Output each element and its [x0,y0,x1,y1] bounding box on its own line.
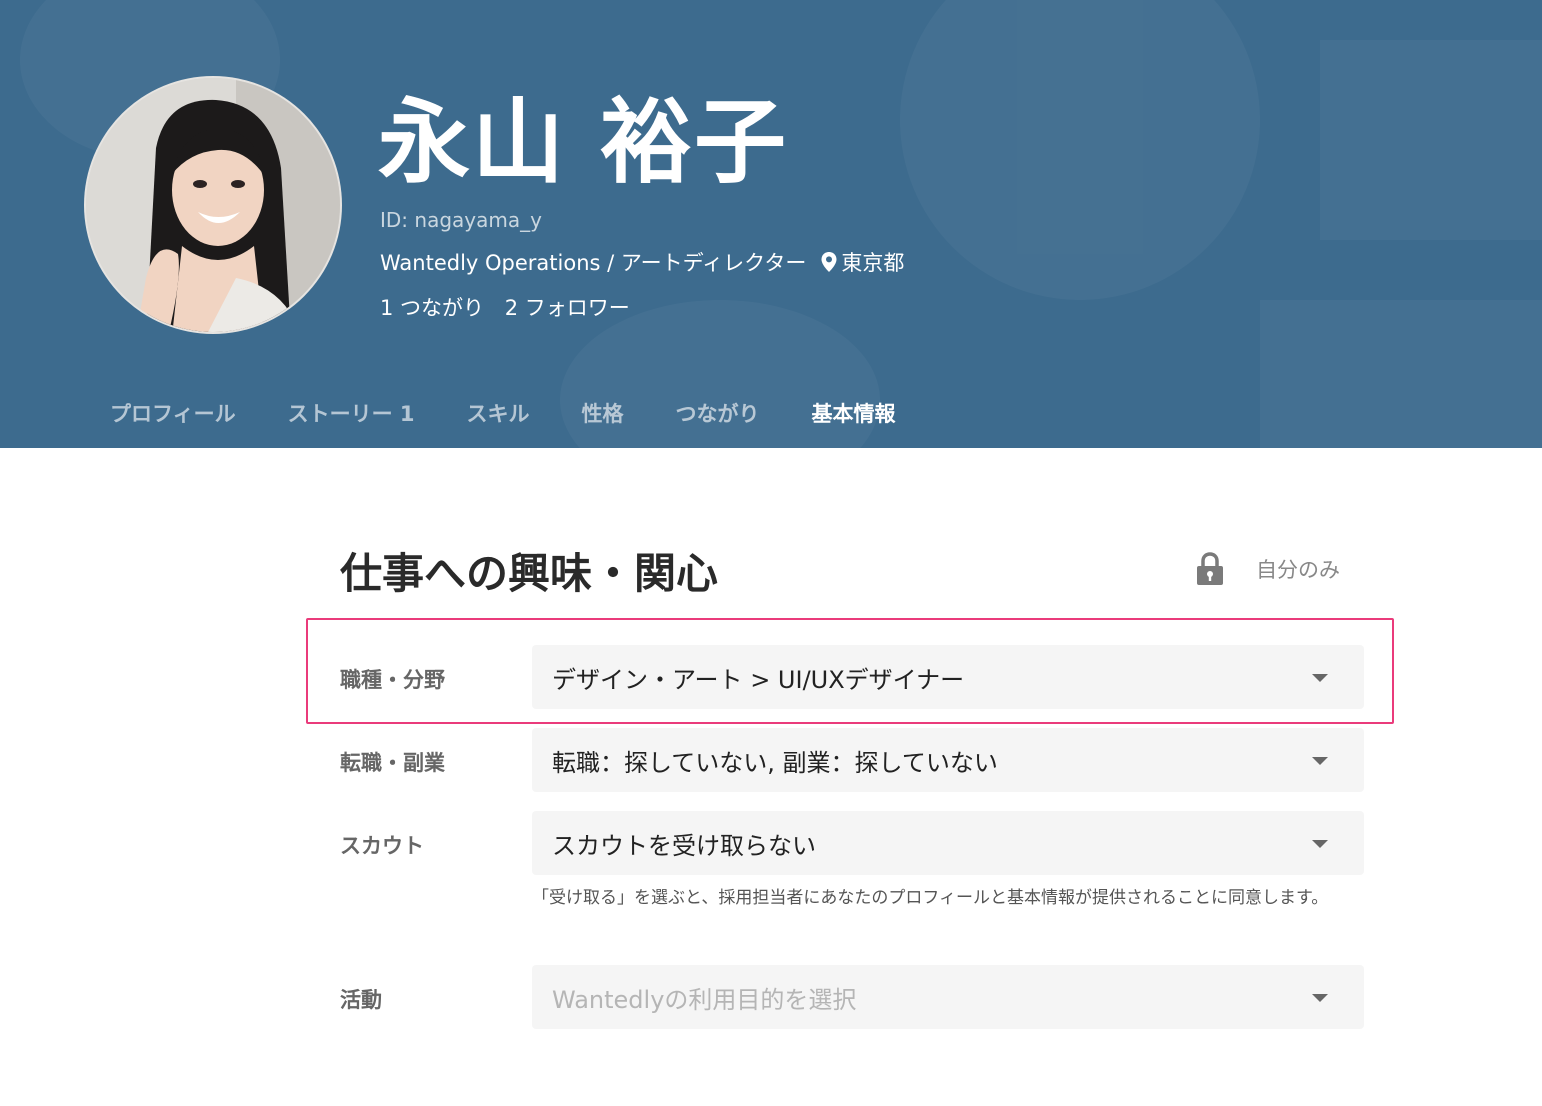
privacy-setting[interactable]: 自分のみ [1196,552,1340,586]
scout-label: スカウト [340,834,424,858]
connections-count[interactable]: 1 つながり [380,296,484,320]
activity-placeholder: Wantedlyの利用目的を選択 [552,985,857,1014]
lock-icon [1197,552,1223,585]
profile-id: ID: nagayama_y [380,208,542,232]
profile-tabs: プロフィール ストーリー 1 スキル 性格 つながり 基本情報 [84,378,922,448]
job-change-value: 転職：探していない, 副業：探していない [552,748,998,777]
activity-select[interactable]: Wantedlyの利用目的を選択 [532,965,1364,1029]
activity-label: 活動 [340,988,382,1012]
tab-personality[interactable]: 性格 [556,378,650,448]
profile-stats: 1 つながり 2 フォロワー [380,292,630,322]
profile-job-line: Wantedly Operations / アートディレクター 東京都 [380,248,904,276]
tab-skills[interactable]: スキル [441,378,556,448]
tab-profile[interactable]: プロフィール [84,378,262,448]
job-change-select[interactable]: 転職：探していない, 副業：探していない [532,728,1364,792]
chevron-down-icon [1312,840,1328,848]
tab-stories[interactable]: ストーリー 1 [262,378,441,448]
map-pin-icon [821,252,837,272]
chevron-down-icon [1312,674,1328,682]
job-category-value: デザイン・アート > UI/UXデザイナー [552,665,965,694]
profile-name: 永山 裕子 [378,89,789,196]
avatar[interactable] [84,76,342,334]
job-change-label: 転職・副業 [340,751,445,775]
profile-header: 永山 裕子 ID: nagayama_y Wantedly Operations… [0,0,1542,448]
avatar-photo [86,78,340,332]
section-title: 仕事への興味・関心 [340,549,719,598]
job-category-select[interactable]: デザイン・アート > UI/UXデザイナー [532,645,1364,709]
chevron-down-icon [1312,994,1328,1002]
header-bg-shape [1320,40,1542,240]
profile-job[interactable]: Wantedly Operations / アートディレクター [380,247,806,277]
header-bg-shape [1260,300,1542,448]
followers-count[interactable]: 2 フォロワー [505,296,630,320]
tab-basic-info[interactable]: 基本情報 [786,378,922,448]
scout-note: 「受け取る」を選ぶと、採用担当者にあなたのプロフィールと基本情報が提供されること… [532,888,1329,908]
tab-connections[interactable]: つながり [650,378,786,448]
privacy-label: 自分のみ [1256,558,1340,582]
scout-value: スカウトを受け取らない [552,831,816,860]
scout-select[interactable]: スカウトを受け取らない [532,811,1364,875]
header-bg-shape [900,0,1260,300]
profile-location: 東京都 [841,251,905,275]
job-category-label: 職種・分野 [340,668,445,692]
chevron-down-icon [1312,757,1328,765]
